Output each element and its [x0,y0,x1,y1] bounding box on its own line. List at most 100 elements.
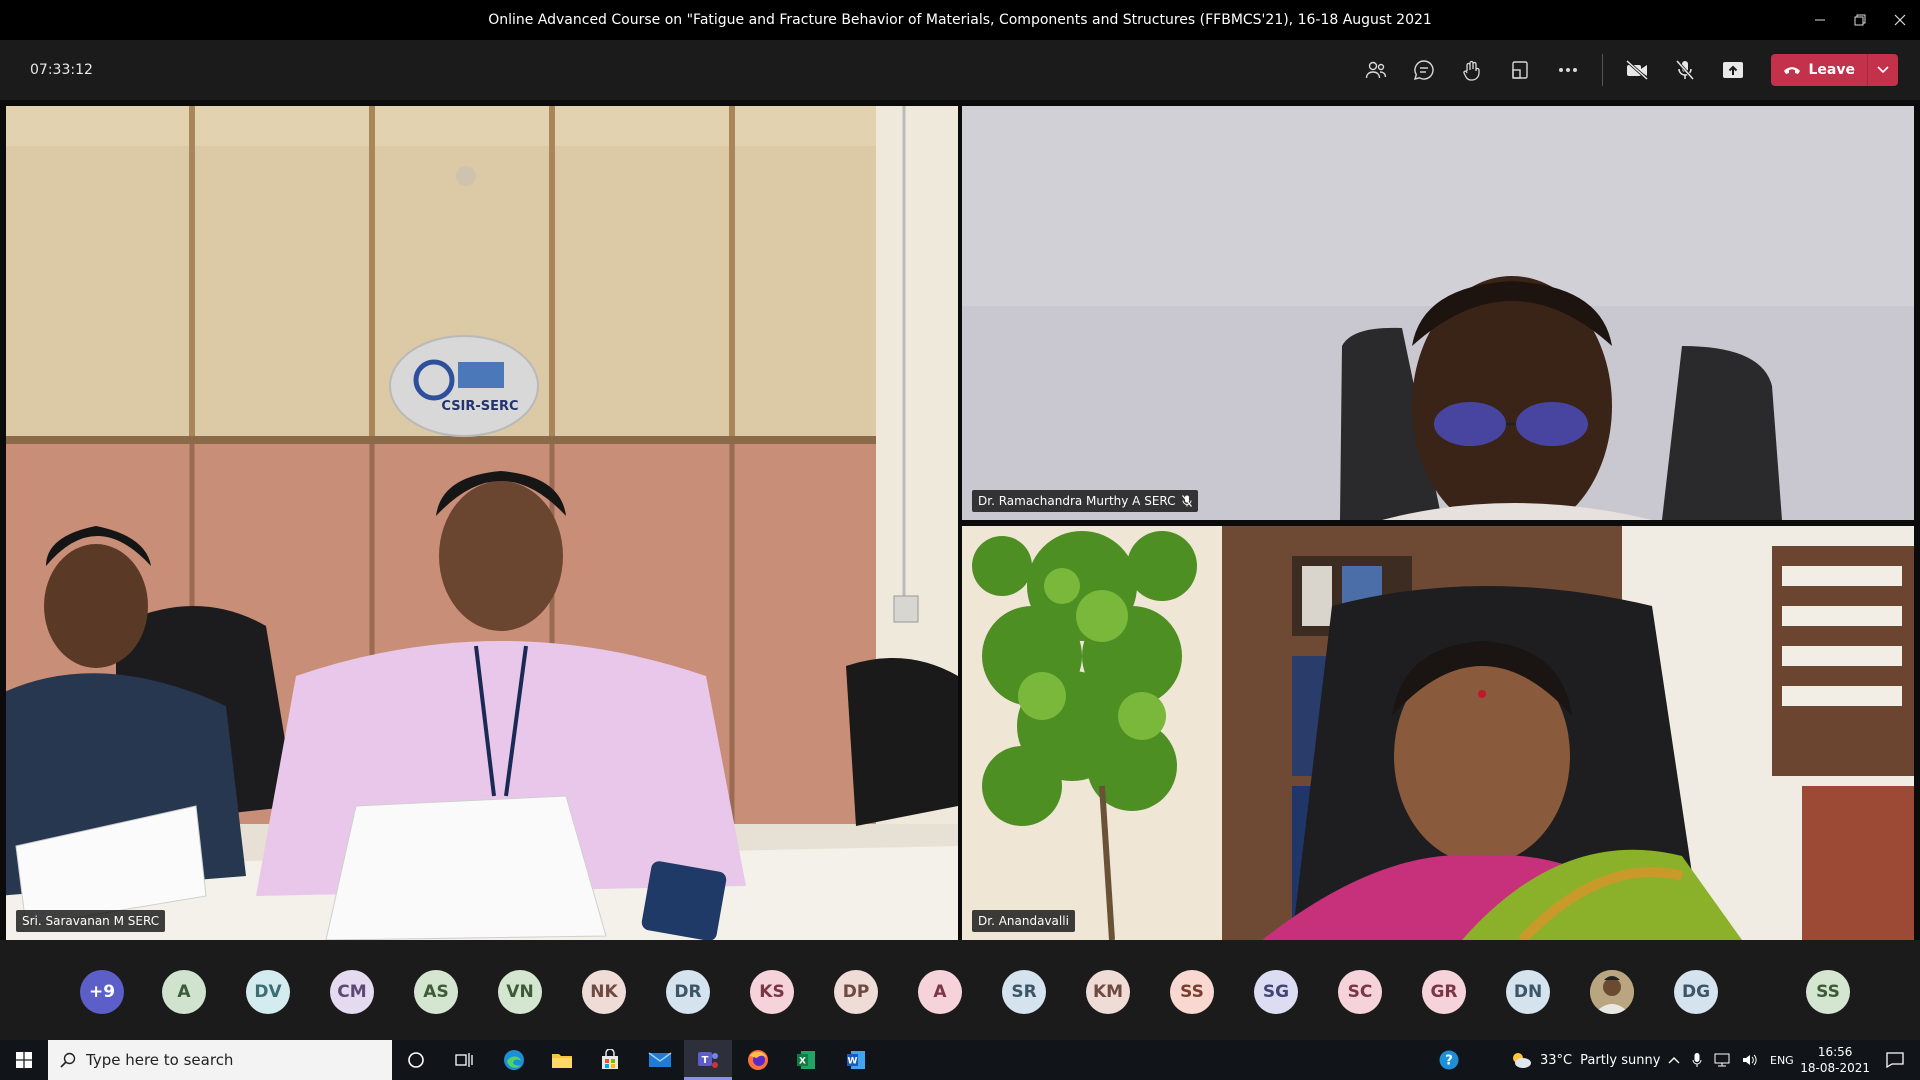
chat-button[interactable] [1400,46,1448,94]
participant-name: Dr. Anandavalli [978,914,1069,928]
task-view-button[interactable] [440,1040,488,1080]
mail-app-button[interactable] [636,1040,684,1080]
video-feed-anandavalli [962,526,1914,940]
meeting-controls: Leave [1352,40,1898,100]
participant-avatar[interactable]: SS [1806,970,1850,1014]
avatar-initials: NK [590,982,618,1002]
chevron-down-icon [1877,66,1889,74]
taskbar-clock[interactable]: 16:56 18-08-2021 [1800,1044,1870,1076]
word-app-button[interactable]: W [832,1040,880,1080]
svg-text:?: ? [1445,1054,1453,1069]
participant-avatar[interactable]: A [918,970,962,1014]
participant-avatar[interactable]: +9 [80,970,124,1014]
rooms-button[interactable] [1496,46,1544,94]
avatar-initials: A [933,982,947,1002]
svg-text:X: X [799,1057,806,1067]
participant-avatar[interactable]: SG [1254,970,1298,1014]
leave-button[interactable]: Leave [1771,62,1867,78]
clock-date: 18-08-2021 [1800,1061,1870,1075]
minimize-button[interactable] [1800,0,1840,40]
excel-icon: X [797,1051,815,1069]
volume-icon[interactable] [1742,1053,1758,1067]
close-button[interactable] [1880,0,1920,40]
partly-sunny-icon [1513,1053,1531,1068]
system-tray: ENG [1668,1040,1794,1080]
participant-avatar[interactable]: A [162,970,206,1014]
microphone-icon[interactable] [1692,1052,1702,1068]
participant-avatar[interactable]: DN [1506,970,1550,1014]
more-actions-button[interactable] [1544,46,1592,94]
share-screen-button[interactable] [1709,46,1757,94]
search-placeholder: Type here to search [86,1051,234,1069]
participant-avatar[interactable]: DV [246,970,290,1014]
avatar-initials: SS [1180,982,1204,1002]
share-tray-icon [1722,62,1743,78]
camera-off-icon [1625,60,1648,80]
excel-app-button[interactable]: X [782,1040,830,1080]
help-tray-icon-wrap[interactable]: ? [1438,1040,1460,1080]
participant-avatar[interactable]: KS [750,970,794,1014]
leave-options-button[interactable] [1868,66,1898,74]
avatar-initials: AS [423,982,449,1002]
teams-icon: T [698,1051,718,1068]
meeting-toolbar: 07:33:12 Leave [0,40,1920,100]
avatar-initials: DP [842,982,870,1002]
participant-avatar-photo[interactable] [1590,970,1634,1014]
participant-name-tag: Dr. Ramachandra Murthy A SERC [972,490,1198,512]
network-icon[interactable] [1714,1053,1730,1067]
notifications-button[interactable] [1878,1040,1912,1080]
store-app-button[interactable] [586,1040,634,1080]
avatar-initials: SR [1011,982,1037,1002]
participant-avatar[interactable]: SS [1170,970,1214,1014]
people-icon [1365,61,1386,79]
video-tile-anandavalli[interactable]: Dr. Anandavalli [962,526,1914,940]
chevron-up-icon[interactable] [1668,1056,1680,1064]
participant-avatar[interactable]: DG [1674,970,1718,1014]
firefox-app-button[interactable] [734,1040,782,1080]
participant-avatar[interactable]: GR [1422,970,1466,1014]
teams-app-button[interactable]: T [684,1040,732,1080]
participant-avatar[interactable]: AS [414,970,458,1014]
participant-avatar[interactable]: SR [1002,970,1046,1014]
camera-toggle-button[interactable] [1613,46,1661,94]
participant-avatar[interactable]: VN [498,970,542,1014]
taskbar-search[interactable]: Type here to search [48,1040,392,1080]
avatar-initials: SG [1262,982,1290,1002]
avatar-initials: DV [254,982,282,1002]
weather-widget[interactable]: 33°C Partly sunny [1510,1040,1660,1080]
weather-temp: 33°C [1540,1052,1573,1068]
word-icon: W [847,1051,865,1069]
windows-logo-icon [16,1052,32,1068]
participants-button[interactable] [1352,46,1400,94]
video-tile-ramachandra[interactable]: Dr. Ramachandra Murthy A SERC [962,106,1914,520]
leave-label: Leave [1808,62,1855,78]
avatar-initials: KS [759,982,785,1002]
participant-avatar[interactable]: SC [1338,970,1382,1014]
file-explorer-button[interactable] [538,1040,586,1080]
restore-button[interactable] [1840,0,1880,40]
video-tile-saravanan[interactable]: CSIR-SERC Sri. Saravanan M SERC [6,106,958,940]
cortana-button[interactable] [392,1040,440,1080]
participant-name-tag: Sri. Saravanan M SERC [16,910,166,932]
mic-off-icon [1675,60,1694,80]
language-indicator[interactable]: ENG [1770,1054,1794,1067]
participant-avatar[interactable]: KM [1086,970,1130,1014]
weather-text: Partly sunny [1580,1052,1661,1068]
video-stage: CSIR-SERC Sri. Saravanan M SERC Dr. Rama… [0,100,1920,940]
start-button[interactable] [0,1040,48,1080]
participant-avatar[interactable]: DR [666,970,710,1014]
store-icon [602,1049,618,1069]
task-view-icon [455,1053,473,1067]
toolbar-divider [1601,54,1603,86]
participant-avatar[interactable]: DP [834,970,878,1014]
meeting-timer: 07:33:12 [30,62,93,78]
mic-toggle-button[interactable] [1661,46,1709,94]
participant-avatar[interactable]: NK [582,970,626,1014]
participant-name: Sri. Saravanan M SERC [22,914,160,928]
participant-avatar[interactable]: CM [330,970,374,1014]
edge-app-button[interactable] [490,1040,538,1080]
svg-text:T: T [702,1055,709,1066]
avatar-initials: VN [506,982,534,1002]
reactions-button[interactable] [1448,46,1496,94]
avatar-initials: SS [1816,982,1840,1002]
